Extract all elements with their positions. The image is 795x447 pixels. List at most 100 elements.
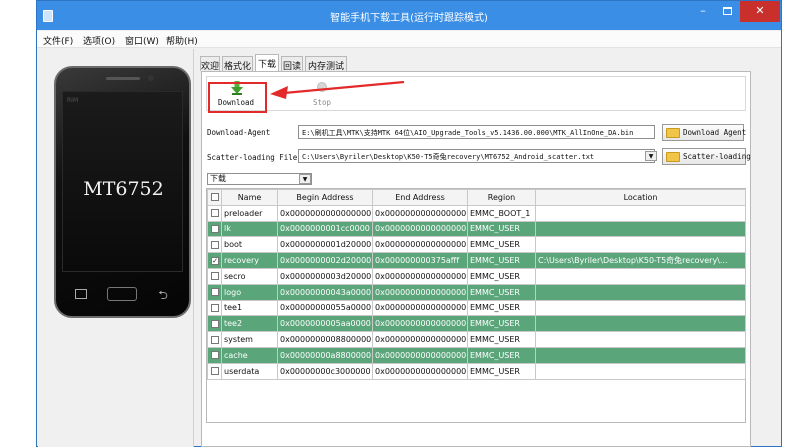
title-bar: 智能手机下载工具(运行时跟踪模式) – ✕	[37, 1, 781, 30]
row-checkbox[interactable]	[207, 236, 222, 254]
scatter-path[interactable]: C:\Users\Byriler\Desktop\K50-T5奇兔recover…	[298, 149, 655, 163]
partition-name: secro	[221, 267, 278, 285]
window-title: 智能手机下载工具(运行时跟踪模式)	[330, 13, 488, 24]
menu-options[interactable]: 选项(O)	[83, 34, 115, 47]
location	[535, 267, 746, 285]
begin-address: 0x0000000005aa0000	[277, 315, 373, 333]
home-key-icon	[106, 286, 138, 302]
tab-readback[interactable]: 回读	[281, 56, 303, 72]
folder-icon	[666, 128, 680, 138]
row-checkbox[interactable]	[207, 299, 222, 317]
checkbox[interactable]	[211, 319, 219, 328]
checkbox[interactable]	[211, 224, 219, 233]
checkbox[interactable]	[211, 272, 219, 281]
region: EMMC_USER	[467, 331, 536, 348]
scatter-loading-button[interactable]: Scatter-loading	[662, 148, 751, 165]
table-header-row: Name Begin Address End Address Region Lo…	[207, 189, 746, 206]
checkbox[interactable]	[211, 288, 219, 297]
checkbox[interactable]: ✓	[211, 256, 219, 265]
begin-address: 0x0000000001d20000	[277, 236, 373, 254]
table-row[interactable]: tee2 0x0000000005aa0000 0x0000000000000000…	[207, 315, 746, 333]
partition-name: userdata	[221, 362, 278, 380]
checkbox[interactable]	[211, 367, 219, 376]
begin-address: 0x00000000a8800000	[277, 346, 373, 364]
partition-table: Name Begin Address End Address Region Lo…	[207, 189, 746, 380]
partition-name: tee2	[221, 315, 278, 333]
location	[535, 331, 746, 348]
minimize-button[interactable]: –	[691, 1, 715, 22]
device-panel: RIM MT6752 ⮌	[38, 49, 194, 447]
partition-name: tee1	[221, 299, 278, 317]
select-all-column[interactable]	[207, 189, 222, 206]
row-checkbox[interactable]: ✓	[207, 252, 222, 269]
phone-camera	[148, 75, 154, 81]
row-checkbox[interactable]	[207, 346, 222, 364]
begin-address: 0x0000000003d20000	[277, 267, 373, 285]
table-row[interactable]: preloader 0x0000000000000000 0x00000000000…	[207, 204, 746, 222]
table-row[interactable]: boot 0x0000000001d20000 0x0000000000000000…	[207, 236, 746, 254]
tab-memory-test[interactable]: 内存测试	[305, 56, 347, 72]
row-checkbox[interactable]	[207, 315, 222, 333]
maximize-button[interactable]	[715, 1, 739, 22]
row-checkbox[interactable]	[207, 331, 222, 348]
mode-select[interactable]: 下载	[207, 173, 312, 185]
checkbox[interactable]	[211, 335, 219, 344]
tab-welcome[interactable]: 欢迎	[200, 56, 220, 72]
begin-address: 0x0000000001cc0000	[277, 220, 373, 238]
mode-dropdown-icon[interactable]: ▼	[299, 174, 311, 184]
end-address: 0x000000000375afff	[372, 252, 468, 269]
row-checkbox[interactable]	[207, 220, 222, 238]
menu-file[interactable]: 文件(F)	[43, 34, 73, 47]
begin-address: 0x00000000055a0000	[277, 299, 373, 317]
column-location: Location	[535, 189, 746, 206]
checkbox[interactable]	[211, 240, 219, 249]
checkbox[interactable]	[211, 209, 219, 218]
scatter-dropdown-icon[interactable]: ▼	[645, 151, 657, 161]
region: EMMC_USER	[467, 236, 536, 254]
region: EMMC_USER	[467, 283, 536, 301]
location	[535, 362, 746, 380]
row-checkbox[interactable]	[207, 283, 222, 301]
location: C:\Users\Byriler\Desktop\K50-T5奇兔recover…	[535, 252, 746, 269]
close-button[interactable]: ✕	[740, 1, 780, 22]
row-checkbox[interactable]	[207, 267, 222, 285]
table-row[interactable]: userdata 0x00000000c3000000 0x000000000000…	[207, 362, 746, 380]
phone-rim-text: RIM	[67, 97, 79, 104]
select-all-checkbox[interactable]	[211, 193, 219, 202]
region: EMMC_USER	[467, 267, 536, 285]
begin-address: 0x00000000043a0000	[277, 283, 373, 301]
table-row[interactable]: system 0x0000000008800000 0x00000000000000…	[207, 331, 746, 348]
download-agent-button[interactable]: Download Agent	[662, 124, 746, 141]
table-row[interactable]: secro 0x0000000003d20000 0x000000000000000…	[207, 267, 746, 285]
row-checkbox[interactable]	[207, 204, 222, 222]
download-agent-path[interactable]: E:\刷机工具\MTK\支持MTK 64位\AIO_Upgrade_Tools_…	[298, 125, 655, 139]
checkbox[interactable]	[211, 303, 219, 312]
column-name: Name	[221, 189, 278, 206]
partition-name: system	[221, 331, 278, 348]
row-checkbox[interactable]	[207, 362, 222, 380]
end-address: 0x0000000000000000	[372, 299, 468, 317]
table-row[interactable]: tee1 0x00000000055a0000 0x0000000000000000…	[207, 299, 746, 317]
phone-speaker	[106, 77, 140, 80]
tab-download[interactable]: 下载	[255, 54, 279, 71]
location	[535, 283, 746, 301]
location	[535, 346, 746, 364]
table-row[interactable]: logo 0x00000000043a0000 0x0000000000000000…	[207, 283, 746, 301]
table-row[interactable]: lk 0x0000000001cc0000 0x0000000000000000 EM…	[207, 220, 746, 238]
begin-address: 0x00000000c3000000	[277, 362, 373, 380]
menu-help[interactable]: 帮助(H)	[166, 34, 198, 47]
menu-window[interactable]: 窗口(W)	[125, 34, 159, 47]
end-address: 0x0000000000000000	[372, 315, 468, 333]
table-row[interactable]: cache 0x00000000a8800000 0x000000000000000…	[207, 346, 746, 364]
phone-keys: ⮌	[62, 282, 183, 306]
checkbox[interactable]	[211, 351, 219, 360]
region: EMMC_USER	[467, 299, 536, 317]
region: EMMC_BOOT_1	[467, 204, 536, 222]
end-address: 0x0000000000000000	[372, 283, 468, 301]
tab-format[interactable]: 格式化	[222, 56, 253, 72]
table-row[interactable]: ✓ recovery 0x0000000002d20000 0x00000000037…	[207, 252, 746, 269]
region: EMMC_USER	[467, 346, 536, 364]
phone-screen: RIM MT6752	[62, 91, 183, 272]
column-end-address: End Address	[372, 189, 468, 206]
partition-name: cache	[221, 346, 278, 364]
